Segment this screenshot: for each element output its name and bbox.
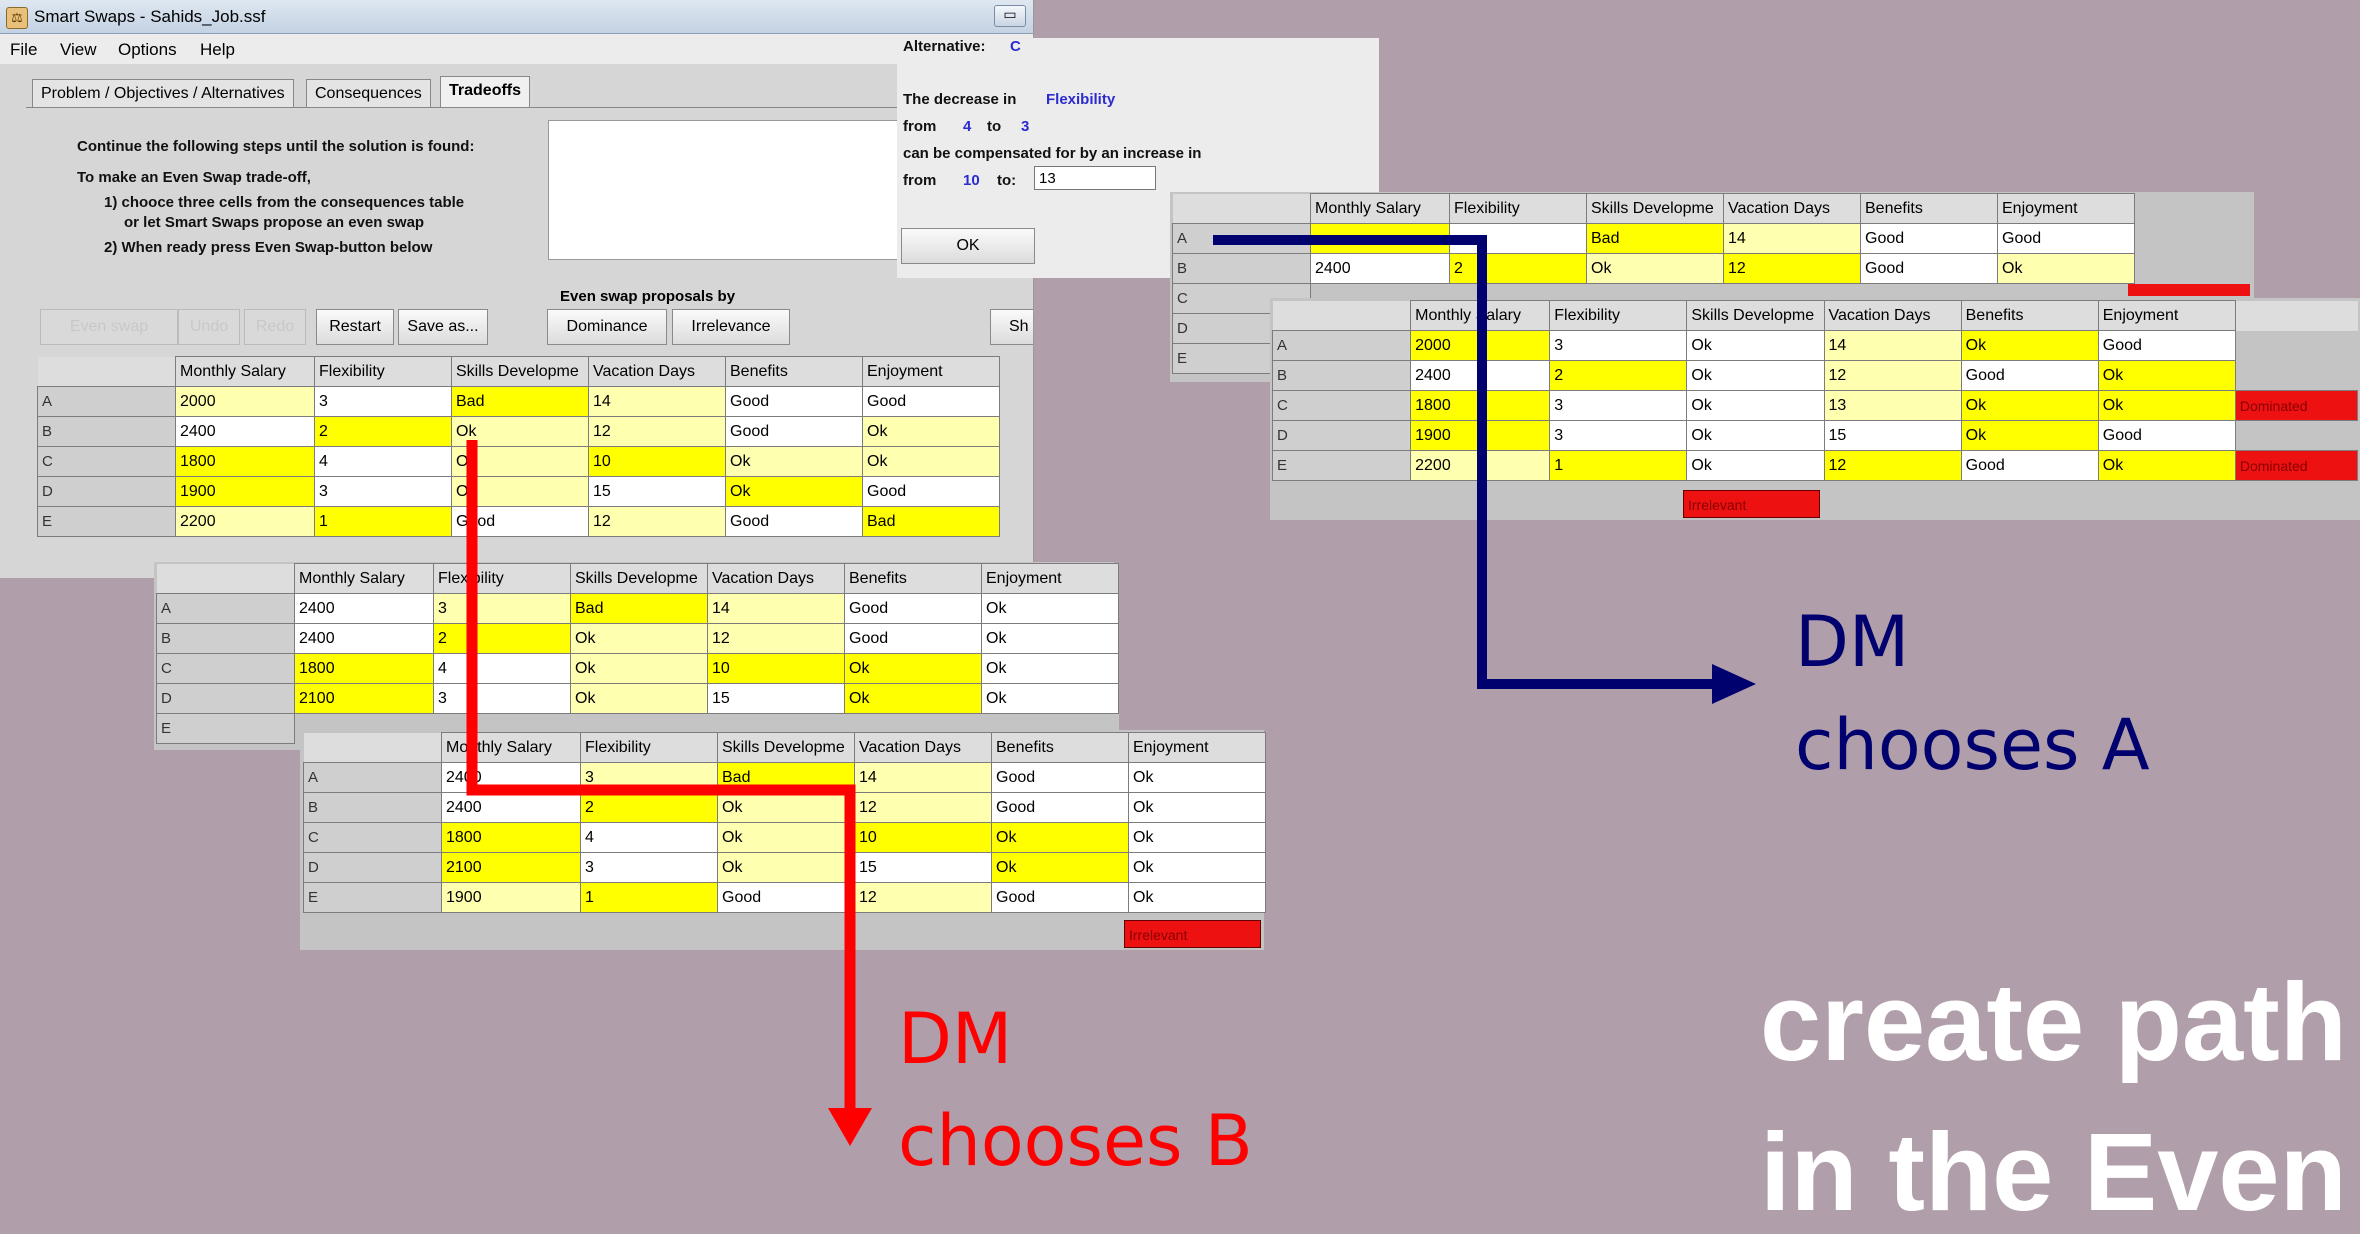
dm-chooses-b-line2: chooses B (898, 1100, 1253, 1182)
headline-line2: in the Even S (1760, 1111, 2360, 1234)
headline-line1: create path o (1760, 961, 2360, 1084)
dm-chooses-a-line2: chooses A (1795, 704, 2150, 786)
dm-chooses-b-line1: DM (898, 998, 1013, 1080)
path-b-arrow (466, 440, 856, 1118)
dm-chooses-a-line1: DM (1795, 601, 1910, 683)
path-a-arrowhead (1712, 664, 1756, 704)
path-b-arrowhead (828, 1108, 872, 1146)
path-a-arrow (1213, 235, 1720, 689)
